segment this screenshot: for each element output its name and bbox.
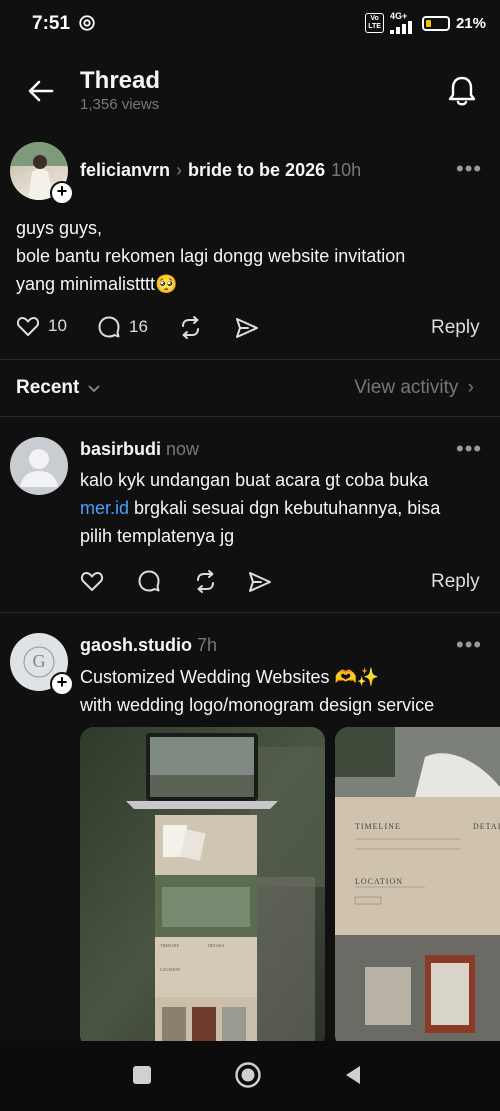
volte-icon: Vo LTE — [365, 13, 384, 33]
post-time: 10h — [331, 160, 362, 180]
back-nav-icon[interactable] — [344, 1065, 362, 1085]
chevron-down-icon — [88, 385, 100, 393]
bell-icon[interactable] — [446, 74, 478, 108]
divider — [0, 612, 500, 613]
merid-link[interactable]: mer.id — [80, 498, 129, 518]
back-arrow-icon[interactable] — [26, 76, 56, 106]
community-name[interactable]: bride to be 2026 — [188, 160, 325, 181]
reply-header: gaosh.studio 7h — [80, 635, 217, 656]
comment-count: 16 — [129, 317, 148, 336]
img2-timeline-label: TIMELINE — [355, 822, 401, 831]
post-username[interactable]: felicianvrn — [80, 160, 170, 181]
reply-header: basirbudi now — [80, 439, 199, 460]
heart-icon — [16, 317, 40, 336]
follow-plus-button[interactable]: + — [50, 181, 74, 205]
reply-body: Customized Wedding Websites 🫶✨ with wedd… — [80, 667, 435, 715]
reply-body: kalo kyk undangan buat acara gt coba buk… — [80, 470, 441, 546]
comment-icon[interactable] — [137, 569, 161, 593]
reply-username[interactable]: gaosh.studio — [80, 635, 192, 655]
battery-icon — [421, 15, 450, 31]
home-icon[interactable] — [234, 1061, 262, 1089]
divider — [0, 359, 500, 360]
post-header: felicianvrn › bride to be 2026 10h — [80, 160, 361, 181]
share-icon[interactable] — [247, 570, 273, 594]
status-right: Vo LTE 4G+ 21% — [365, 12, 486, 34]
wedding-website-detail-image — [335, 727, 500, 1049]
gaosh-logo-letter: G — [32, 651, 46, 671]
status-time: 7:51 — [32, 13, 71, 34]
more-options-icon[interactable]: ••• — [456, 156, 482, 182]
view-count: 1,356 views — [80, 96, 160, 113]
signal-indicator: 4G+ — [389, 12, 416, 34]
repost-icon[interactable] — [193, 569, 218, 594]
view-activity-link[interactable]: View activity › — [354, 377, 474, 399]
signal-icon — [389, 21, 412, 34]
img1-timeline-label: TIMELINE — [160, 943, 179, 948]
post-body: guys guys, bole bantu rekomen lagi dongg… — [16, 218, 406, 294]
more-options-icon[interactable]: ••• — [456, 436, 482, 462]
recent-apps-icon[interactable] — [133, 1066, 151, 1084]
wedding-website-mockup-image — [80, 727, 325, 1049]
battery-percent: 21% — [455, 14, 486, 32]
post-image-2[interactable]: TIMELINE DETAILS LOCATION — [335, 727, 500, 1049]
img2-details-label: DETAILS — [473, 822, 500, 831]
reply-time: 7h — [197, 635, 218, 655]
status-bar: 7:51 Vo LTE 4G+ 21% — [0, 0, 500, 50]
avatar-basirbudi[interactable] — [10, 437, 68, 495]
img1-details-label: DETAILS — [208, 943, 225, 948]
chevron-right-icon: › — [176, 160, 183, 180]
android-nav-bar — [0, 1041, 500, 1111]
threads-notification-icon — [79, 15, 95, 31]
reply-time: now — [166, 439, 200, 459]
repost-icon[interactable] — [178, 315, 203, 340]
page-title: Thread — [80, 67, 161, 94]
heart-icon[interactable] — [80, 570, 104, 592]
divider — [0, 416, 500, 417]
reply-button[interactable]: Reply — [431, 317, 480, 339]
sort-recent-dropdown[interactable]: Recent — [16, 377, 101, 399]
chevron-right-icon: › — [467, 377, 474, 398]
img2-location-label: LOCATION — [355, 877, 403, 886]
default-avatar-icon — [20, 449, 58, 487]
comment-icon — [98, 316, 120, 338]
like-button[interactable]: 10 — [16, 315, 67, 337]
reply-username[interactable]: basirbudi — [80, 439, 161, 459]
img1-location-label: LOCATION — [160, 967, 180, 972]
post-image-1[interactable]: TIMELINE DETAILS LOCATION — [80, 727, 325, 1049]
comment-button[interactable]: 16 — [97, 315, 148, 339]
follow-plus-button[interactable]: + — [50, 672, 74, 696]
reply-button[interactable]: Reply — [431, 571, 480, 593]
like-count: 10 — [48, 316, 67, 335]
share-icon[interactable] — [234, 316, 260, 340]
more-options-icon[interactable]: ••• — [456, 632, 482, 658]
